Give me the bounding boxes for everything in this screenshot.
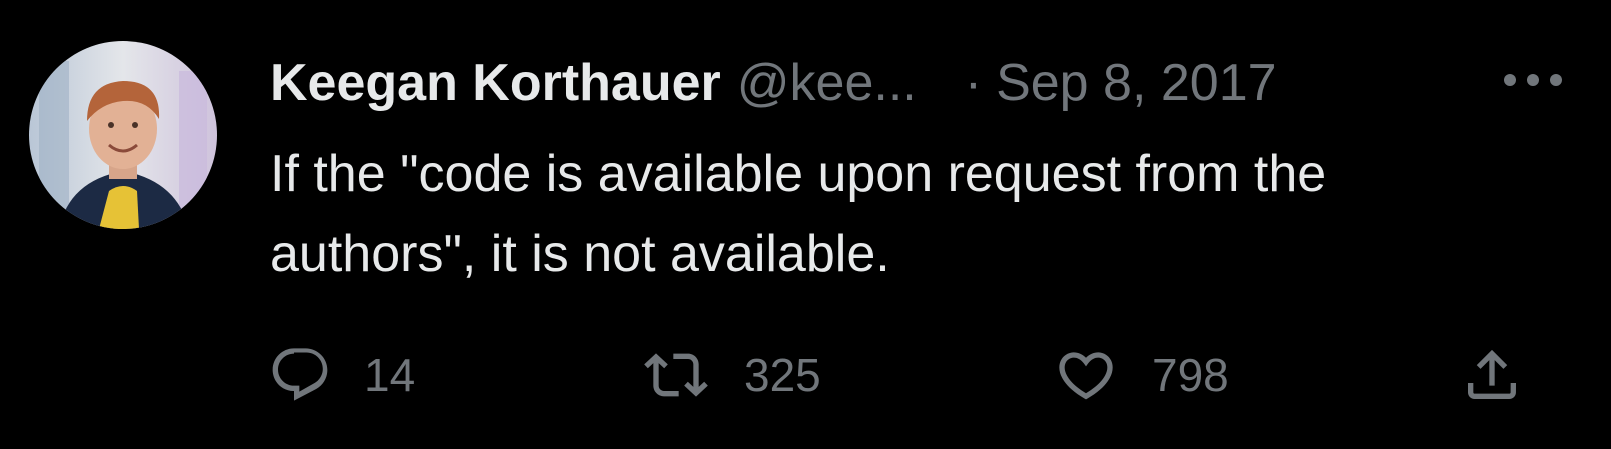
reply-button[interactable]: 14 <box>268 340 415 410</box>
retweet-button[interactable]: 325 <box>640 340 821 410</box>
author-handle[interactable]: @kee... <box>737 53 917 113</box>
tweet-text: If the "code is available upon request f… <box>270 145 1327 283</box>
share-icon <box>1456 343 1528 407</box>
share-button[interactable] <box>1456 340 1528 410</box>
tweet[interactable]: Keegan Korthauer @kee... · Sep 8, 2017 I… <box>0 0 1611 449</box>
tweet-header: Keegan Korthauer @kee... · Sep 8, 2017 <box>270 52 1470 114</box>
more-icon[interactable] <box>1498 58 1568 102</box>
separator-dot: · <box>964 54 983 112</box>
like-button[interactable]: 798 <box>1052 340 1229 410</box>
reply-icon <box>268 343 332 407</box>
tweet-date[interactable]: Sep 8, 2017 <box>996 53 1276 113</box>
retweet-icon <box>640 343 712 407</box>
author-name[interactable]: Keegan Korthauer <box>270 53 721 113</box>
reply-count: 14 <box>364 349 416 401</box>
heart-icon <box>1052 343 1120 407</box>
avatar[interactable] <box>29 41 217 229</box>
retweet-count: 325 <box>744 349 821 401</box>
like-count: 798 <box>1152 349 1229 401</box>
